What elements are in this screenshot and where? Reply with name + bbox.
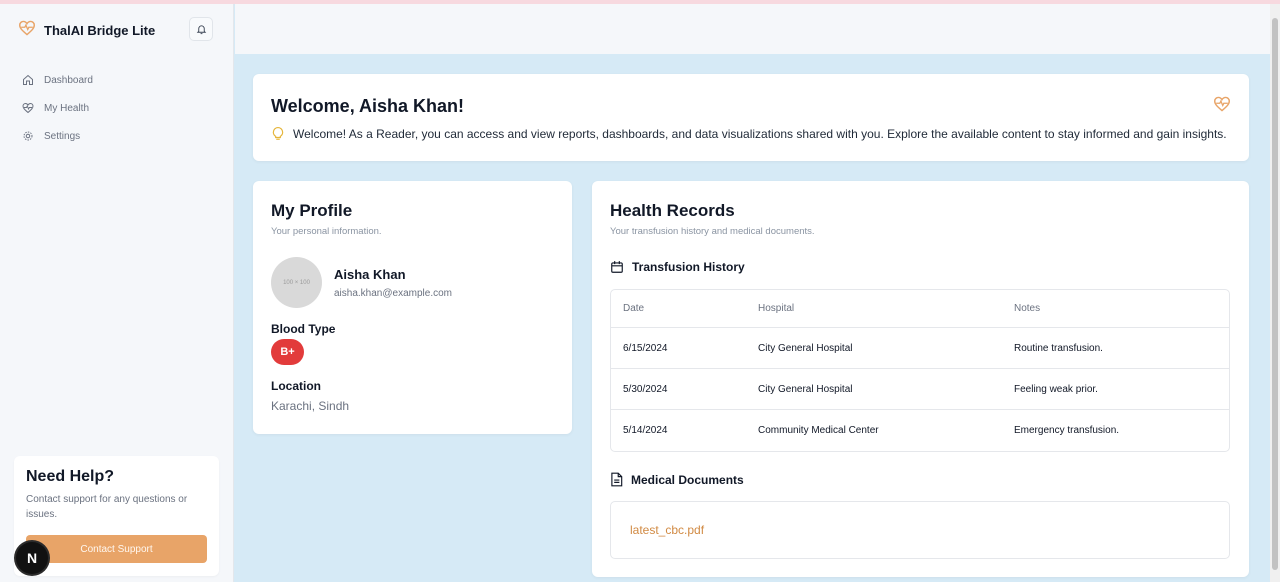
sidebar-item-label: Settings <box>44 130 81 142</box>
column-header-date: Date <box>623 303 645 314</box>
profile-title: My Profile <box>271 201 353 220</box>
profile-email: aisha.khan@example.com <box>334 288 452 299</box>
cell-date: 5/30/2024 <box>623 383 668 395</box>
location-label: Location <box>271 379 321 393</box>
profile-card: My Profile Your personal information. 10… <box>253 181 572 434</box>
notifications-button[interactable] <box>189 17 213 41</box>
sidebar-item-my-health[interactable]: My Health <box>22 94 93 122</box>
scrollbar-thumb[interactable] <box>1272 18 1278 570</box>
sidebar-item-label: My Health <box>44 102 90 114</box>
dev-tools-badge[interactable]: N <box>16 542 48 574</box>
welcome-message-text: Welcome! As a Reader, you can access and… <box>293 127 1227 141</box>
location-value: Karachi, Sindh <box>271 399 350 413</box>
column-header-notes: Notes <box>1014 303 1041 314</box>
help-text: Contact support for any questions or iss… <box>26 494 188 520</box>
column-header-hospital: Hospital <box>758 303 795 314</box>
medical-documents-title: Medical Documents <box>631 472 744 487</box>
document-icon <box>611 472 623 487</box>
transfusion-history-heading: Transfusion History <box>610 260 745 274</box>
transfusion-history-title: Transfusion History <box>632 260 745 274</box>
health-records-title: Health Records <box>610 201 735 220</box>
app-title: ThalAI Bridge Lite <box>44 23 156 38</box>
cell-notes: Routine transfusion. <box>1014 342 1103 354</box>
cell-date: 5/14/2024 <box>623 425 668 436</box>
bell-icon <box>196 24 206 34</box>
heart-pulse-icon <box>1213 96 1231 117</box>
brand[interactable]: ThalAI Bridge Lite <box>18 20 155 41</box>
cell-hospital: City General Hospital <box>758 383 853 395</box>
sidebar-item-label: Dashboard <box>44 74 93 86</box>
sidebar-item-settings[interactable]: Settings <box>22 122 93 150</box>
gear-icon <box>23 131 33 141</box>
profile-subtitle: Your personal information. <box>271 226 382 237</box>
health-records-card: Health Records Your transfusion history … <box>592 181 1249 577</box>
calendar-icon <box>611 261 623 273</box>
heart-pulse-icon <box>22 102 34 114</box>
table-row: 5/14/2024 Community Medical Center Emerg… <box>611 410 1229 451</box>
sidebar: ThalAI Bridge Lite Dashboard My Health S… <box>0 4 234 582</box>
welcome-message: Welcome! As a Reader, you can access and… <box>271 126 1227 142</box>
medical-documents-heading: Medical Documents <box>610 472 744 487</box>
contact-support-button[interactable]: Contact Support <box>26 535 207 563</box>
help-title: Need Help? <box>26 468 115 485</box>
table-row: 6/15/2024 City General Hospital Routine … <box>611 328 1229 369</box>
cell-hospital: Community Medical Center <box>758 425 879 436</box>
home-icon <box>23 74 33 85</box>
cell-notes: Emergency transfusion. <box>1014 425 1120 436</box>
scrollbar[interactable] <box>1270 4 1280 582</box>
profile-name: Aisha Khan <box>334 267 406 282</box>
sidebar-nav: Dashboard My Health Settings <box>22 66 93 150</box>
heart-pulse-logo-icon <box>18 20 36 41</box>
avatar: 100 × 100 <box>271 257 322 308</box>
blood-type-label: Blood Type <box>271 322 336 336</box>
welcome-card: Welcome, Aisha Khan! Welcome! As a Reade… <box>253 74 1249 161</box>
document-link[interactable]: latest_cbc.pdf <box>630 523 704 537</box>
document-item: latest_cbc.pdf <box>610 501 1230 559</box>
sidebar-item-dashboard[interactable]: Dashboard <box>22 66 93 94</box>
cell-date: 6/15/2024 <box>623 342 668 354</box>
transfusion-table: Date Hospital Notes 6/15/2024 City Gener… <box>610 289 1230 452</box>
cell-notes: Feeling weak prior. <box>1014 383 1098 395</box>
table-row: 5/30/2024 City General Hospital Feeling … <box>611 369 1229 410</box>
top-header <box>235 4 1270 54</box>
table-header-row: Date Hospital Notes <box>611 290 1229 328</box>
blood-type-badge: B+ <box>271 339 304 365</box>
lightbulb-icon <box>272 127 284 140</box>
welcome-title: Welcome, Aisha Khan! <box>271 96 465 116</box>
health-records-subtitle: Your transfusion history and medical doc… <box>610 226 815 237</box>
cell-hospital: City General Hospital <box>758 342 853 354</box>
